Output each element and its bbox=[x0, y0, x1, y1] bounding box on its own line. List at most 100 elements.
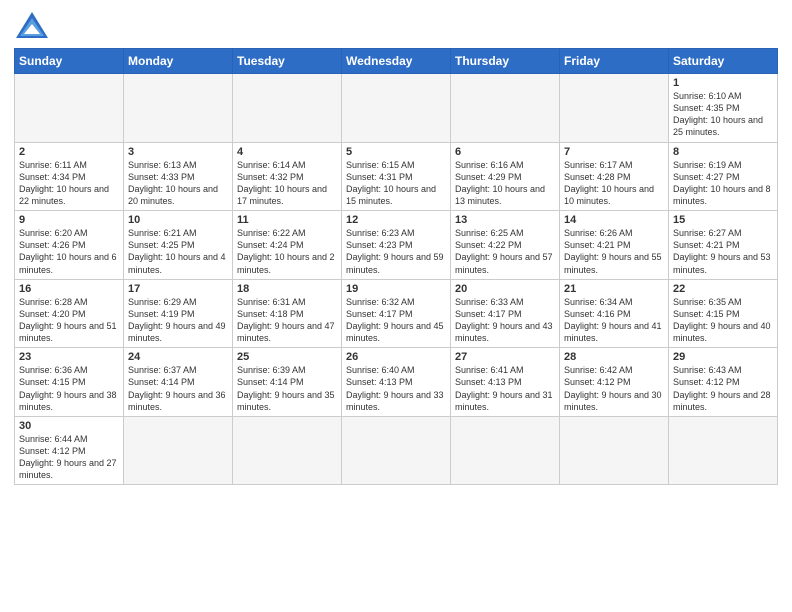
day-info: Sunrise: 6:39 AM Sunset: 4:14 PM Dayligh… bbox=[237, 364, 337, 413]
calendar-cell: 16Sunrise: 6:28 AM Sunset: 4:20 PM Dayli… bbox=[15, 279, 124, 348]
calendar-cell bbox=[342, 416, 451, 485]
day-info: Sunrise: 6:34 AM Sunset: 4:16 PM Dayligh… bbox=[564, 296, 664, 345]
day-number: 27 bbox=[455, 351, 555, 363]
day-number: 22 bbox=[673, 283, 773, 295]
weekday-header-thursday: Thursday bbox=[451, 49, 560, 74]
day-info: Sunrise: 6:20 AM Sunset: 4:26 PM Dayligh… bbox=[19, 227, 119, 276]
weekday-header-monday: Monday bbox=[124, 49, 233, 74]
calendar-cell bbox=[342, 74, 451, 143]
day-info: Sunrise: 6:26 AM Sunset: 4:21 PM Dayligh… bbox=[564, 227, 664, 276]
day-number: 13 bbox=[455, 214, 555, 226]
day-number: 3 bbox=[128, 146, 228, 158]
day-info: Sunrise: 6:41 AM Sunset: 4:13 PM Dayligh… bbox=[455, 364, 555, 413]
day-info: Sunrise: 6:27 AM Sunset: 4:21 PM Dayligh… bbox=[673, 227, 773, 276]
calendar-cell: 25Sunrise: 6:39 AM Sunset: 4:14 PM Dayli… bbox=[233, 348, 342, 417]
calendar-cell: 24Sunrise: 6:37 AM Sunset: 4:14 PM Dayli… bbox=[124, 348, 233, 417]
page: SundayMondayTuesdayWednesdayThursdayFrid… bbox=[0, 0, 792, 612]
day-info: Sunrise: 6:15 AM Sunset: 4:31 PM Dayligh… bbox=[346, 159, 446, 208]
calendar-cell: 3Sunrise: 6:13 AM Sunset: 4:33 PM Daylig… bbox=[124, 142, 233, 211]
calendar-cell bbox=[669, 416, 778, 485]
day-info: Sunrise: 6:42 AM Sunset: 4:12 PM Dayligh… bbox=[564, 364, 664, 413]
day-number: 8 bbox=[673, 146, 773, 158]
day-info: Sunrise: 6:25 AM Sunset: 4:22 PM Dayligh… bbox=[455, 227, 555, 276]
day-number: 16 bbox=[19, 283, 119, 295]
logo-icon bbox=[14, 10, 50, 40]
day-info: Sunrise: 6:17 AM Sunset: 4:28 PM Dayligh… bbox=[564, 159, 664, 208]
calendar-cell: 14Sunrise: 6:26 AM Sunset: 4:21 PM Dayli… bbox=[560, 211, 669, 280]
calendar-cell: 28Sunrise: 6:42 AM Sunset: 4:12 PM Dayli… bbox=[560, 348, 669, 417]
day-info: Sunrise: 6:44 AM Sunset: 4:12 PM Dayligh… bbox=[19, 433, 119, 482]
calendar-cell bbox=[560, 74, 669, 143]
calendar-cell bbox=[451, 74, 560, 143]
calendar-cell bbox=[124, 74, 233, 143]
week-row-6: 30Sunrise: 6:44 AM Sunset: 4:12 PM Dayli… bbox=[15, 416, 778, 485]
calendar-cell: 11Sunrise: 6:22 AM Sunset: 4:24 PM Dayli… bbox=[233, 211, 342, 280]
week-row-1: 1Sunrise: 6:10 AM Sunset: 4:35 PM Daylig… bbox=[15, 74, 778, 143]
calendar-cell: 29Sunrise: 6:43 AM Sunset: 4:12 PM Dayli… bbox=[669, 348, 778, 417]
calendar-cell: 10Sunrise: 6:21 AM Sunset: 4:25 PM Dayli… bbox=[124, 211, 233, 280]
day-number: 20 bbox=[455, 283, 555, 295]
calendar-cell bbox=[560, 416, 669, 485]
day-number: 11 bbox=[237, 214, 337, 226]
calendar-cell: 5Sunrise: 6:15 AM Sunset: 4:31 PM Daylig… bbox=[342, 142, 451, 211]
day-info: Sunrise: 6:36 AM Sunset: 4:15 PM Dayligh… bbox=[19, 364, 119, 413]
day-info: Sunrise: 6:40 AM Sunset: 4:13 PM Dayligh… bbox=[346, 364, 446, 413]
day-number: 5 bbox=[346, 146, 446, 158]
day-info: Sunrise: 6:16 AM Sunset: 4:29 PM Dayligh… bbox=[455, 159, 555, 208]
weekday-header-friday: Friday bbox=[560, 49, 669, 74]
day-info: Sunrise: 6:13 AM Sunset: 4:33 PM Dayligh… bbox=[128, 159, 228, 208]
day-number: 30 bbox=[19, 420, 119, 432]
day-info: Sunrise: 6:11 AM Sunset: 4:34 PM Dayligh… bbox=[19, 159, 119, 208]
day-number: 19 bbox=[346, 283, 446, 295]
calendar-cell: 27Sunrise: 6:41 AM Sunset: 4:13 PM Dayli… bbox=[451, 348, 560, 417]
day-info: Sunrise: 6:31 AM Sunset: 4:18 PM Dayligh… bbox=[237, 296, 337, 345]
day-info: Sunrise: 6:14 AM Sunset: 4:32 PM Dayligh… bbox=[237, 159, 337, 208]
weekday-header-wednesday: Wednesday bbox=[342, 49, 451, 74]
weekday-header-saturday: Saturday bbox=[669, 49, 778, 74]
day-info: Sunrise: 6:32 AM Sunset: 4:17 PM Dayligh… bbox=[346, 296, 446, 345]
calendar-cell: 4Sunrise: 6:14 AM Sunset: 4:32 PM Daylig… bbox=[233, 142, 342, 211]
day-number: 26 bbox=[346, 351, 446, 363]
weekday-header-row: SundayMondayTuesdayWednesdayThursdayFrid… bbox=[15, 49, 778, 74]
calendar-cell: 2Sunrise: 6:11 AM Sunset: 4:34 PM Daylig… bbox=[15, 142, 124, 211]
day-number: 28 bbox=[564, 351, 664, 363]
calendar-cell bbox=[233, 416, 342, 485]
day-number: 23 bbox=[19, 351, 119, 363]
day-info: Sunrise: 6:43 AM Sunset: 4:12 PM Dayligh… bbox=[673, 364, 773, 413]
day-number: 2 bbox=[19, 146, 119, 158]
calendar: SundayMondayTuesdayWednesdayThursdayFrid… bbox=[14, 48, 778, 485]
calendar-cell: 19Sunrise: 6:32 AM Sunset: 4:17 PM Dayli… bbox=[342, 279, 451, 348]
calendar-cell: 21Sunrise: 6:34 AM Sunset: 4:16 PM Dayli… bbox=[560, 279, 669, 348]
day-number: 29 bbox=[673, 351, 773, 363]
day-number: 17 bbox=[128, 283, 228, 295]
day-info: Sunrise: 6:29 AM Sunset: 4:19 PM Dayligh… bbox=[128, 296, 228, 345]
calendar-cell: 23Sunrise: 6:36 AM Sunset: 4:15 PM Dayli… bbox=[15, 348, 124, 417]
day-number: 9 bbox=[19, 214, 119, 226]
calendar-cell: 13Sunrise: 6:25 AM Sunset: 4:22 PM Dayli… bbox=[451, 211, 560, 280]
day-info: Sunrise: 6:19 AM Sunset: 4:27 PM Dayligh… bbox=[673, 159, 773, 208]
day-number: 21 bbox=[564, 283, 664, 295]
weekday-header-tuesday: Tuesday bbox=[233, 49, 342, 74]
day-info: Sunrise: 6:21 AM Sunset: 4:25 PM Dayligh… bbox=[128, 227, 228, 276]
calendar-cell: 6Sunrise: 6:16 AM Sunset: 4:29 PM Daylig… bbox=[451, 142, 560, 211]
day-number: 10 bbox=[128, 214, 228, 226]
week-row-4: 16Sunrise: 6:28 AM Sunset: 4:20 PM Dayli… bbox=[15, 279, 778, 348]
week-row-5: 23Sunrise: 6:36 AM Sunset: 4:15 PM Dayli… bbox=[15, 348, 778, 417]
calendar-cell: 18Sunrise: 6:31 AM Sunset: 4:18 PM Dayli… bbox=[233, 279, 342, 348]
calendar-cell: 22Sunrise: 6:35 AM Sunset: 4:15 PM Dayli… bbox=[669, 279, 778, 348]
day-info: Sunrise: 6:10 AM Sunset: 4:35 PM Dayligh… bbox=[673, 90, 773, 139]
day-number: 7 bbox=[564, 146, 664, 158]
calendar-cell: 9Sunrise: 6:20 AM Sunset: 4:26 PM Daylig… bbox=[15, 211, 124, 280]
day-number: 12 bbox=[346, 214, 446, 226]
calendar-cell: 30Sunrise: 6:44 AM Sunset: 4:12 PM Dayli… bbox=[15, 416, 124, 485]
week-row-3: 9Sunrise: 6:20 AM Sunset: 4:26 PM Daylig… bbox=[15, 211, 778, 280]
day-info: Sunrise: 6:28 AM Sunset: 4:20 PM Dayligh… bbox=[19, 296, 119, 345]
day-info: Sunrise: 6:33 AM Sunset: 4:17 PM Dayligh… bbox=[455, 296, 555, 345]
calendar-cell bbox=[233, 74, 342, 143]
calendar-cell: 17Sunrise: 6:29 AM Sunset: 4:19 PM Dayli… bbox=[124, 279, 233, 348]
weekday-header-sunday: Sunday bbox=[15, 49, 124, 74]
day-number: 14 bbox=[564, 214, 664, 226]
day-number: 15 bbox=[673, 214, 773, 226]
calendar-cell: 8Sunrise: 6:19 AM Sunset: 4:27 PM Daylig… bbox=[669, 142, 778, 211]
day-number: 6 bbox=[455, 146, 555, 158]
